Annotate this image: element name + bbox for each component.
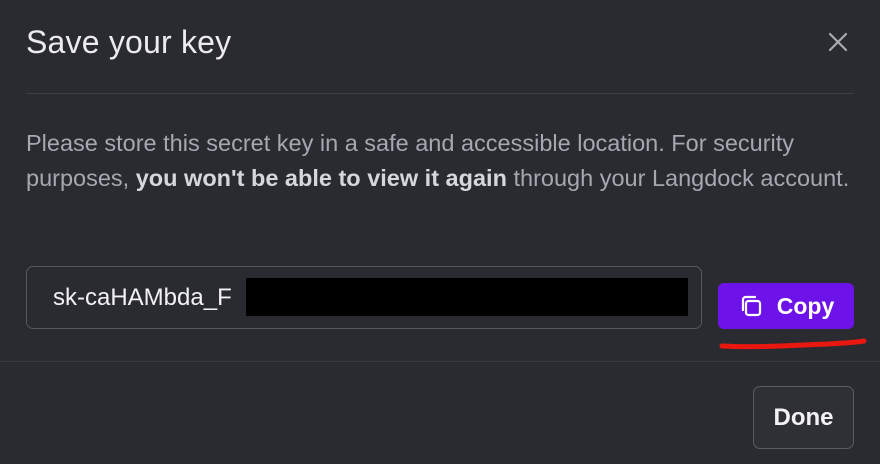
dialog-description: Please store this secret key in a safe a… [26,126,866,196]
red-underline-annotation [719,338,867,350]
close-icon [828,32,848,52]
dialog-title: Save your key [26,24,232,60]
header-divider [26,93,854,94]
secret-key-value: sk-caHAMbda_F [53,283,232,311]
copy-icon [738,293,764,319]
save-key-dialog: Save your key Please store this secret k… [0,0,880,464]
copy-button[interactable]: Copy [718,283,854,329]
description-warning: you won't be able to view it again [135,165,507,191]
done-button[interactable]: Done [753,386,854,449]
description-text-end: through your Langdock account. [506,165,850,191]
close-button[interactable] [824,28,852,56]
footer-divider [0,361,880,362]
copy-button-label: Copy [776,292,835,319]
redaction-bar [246,278,688,316]
